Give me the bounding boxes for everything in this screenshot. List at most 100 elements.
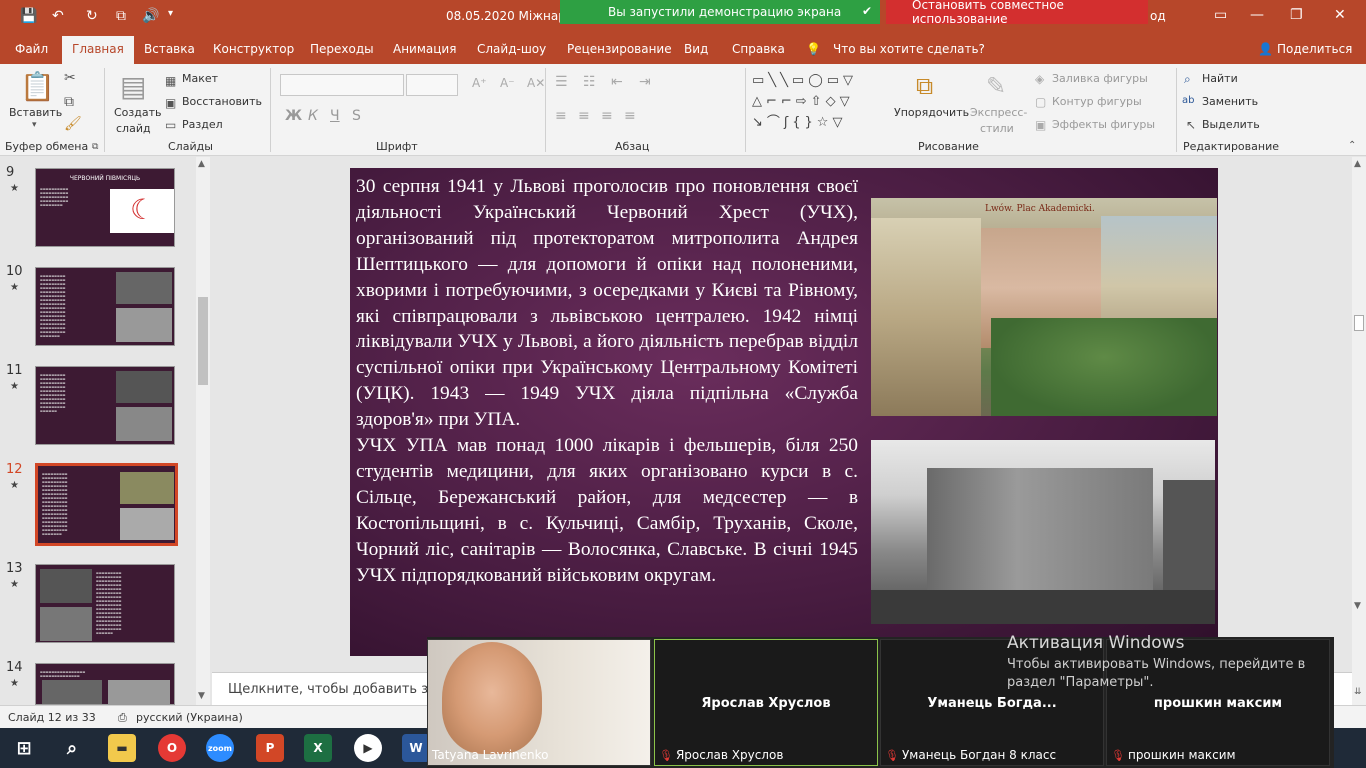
scroll-down-icon[interactable]: ▼ bbox=[198, 691, 205, 701]
slide-thumbnail-9[interactable]: ЧЕРВОНИЙ ПІВМІСЯЦЬ ▬▬▬▬▬▬▬▬▬▬ ▬▬▬▬▬▬▬▬▬▬ ▬… bbox=[35, 168, 175, 247]
numbering-icon[interactable]: ☷ bbox=[583, 74, 596, 90]
tab-review[interactable]: Рецензирование bbox=[567, 42, 672, 56]
scroll-up-icon[interactable]: ▲ bbox=[198, 159, 205, 169]
arrange-icon[interactable]: ⧉ bbox=[916, 72, 933, 100]
customize-icon[interactable]: ▾ bbox=[168, 8, 173, 19]
maximize-icon[interactable]: ❐ bbox=[1290, 7, 1303, 23]
close-icon[interactable]: ✕ bbox=[1334, 7, 1346, 23]
increase-indent-icon[interactable]: ⇥ bbox=[639, 74, 651, 90]
paste-icon[interactable]: 📋 bbox=[20, 70, 55, 103]
audio-icon[interactable]: 🔊 bbox=[142, 8, 159, 24]
tab-home[interactable]: Главная bbox=[62, 36, 134, 64]
shrink-font-icon[interactable]: A⁻ bbox=[500, 76, 515, 90]
new-slide-button[interactable]: Создать bbox=[114, 106, 162, 119]
thumbnails-scrollbar[interactable]: ▲ ▼ bbox=[196, 157, 210, 705]
shapes-gallery[interactable]: ▭╲╲▭◯▭▽ △⌐⌐⇨⇧◇▽ ↘⌒ʃ{}☆▽ bbox=[752, 70, 888, 132]
bullets-icon[interactable]: ☰ bbox=[555, 74, 568, 90]
slide-thumbnail-14[interactable]: ▬▬▬▬▬▬▬▬▬▬▬▬▬▬▬▬ ▬▬▬▬▬▬▬▬▬▬▬▬▬▬ bbox=[35, 663, 175, 705]
participant-tile-2[interactable]: Ярослав Хруслов 🎙 Ярослав Хруслов bbox=[654, 639, 878, 766]
font-size-select[interactable] bbox=[406, 74, 458, 96]
file-explorer-icon[interactable]: ▬ bbox=[108, 734, 136, 762]
bold-button[interactable]: Ж bbox=[285, 108, 302, 124]
participant-tile-1[interactable]: Tatyana Lavrinenko bbox=[427, 639, 651, 766]
section-icon[interactable]: ▭ bbox=[165, 118, 176, 132]
align-right-icon[interactable]: ≡ bbox=[601, 108, 613, 124]
collapse-ribbon-icon[interactable]: ⌃ bbox=[1348, 140, 1356, 151]
reset-icon[interactable]: ▣ bbox=[165, 96, 176, 110]
current-slide[interactable]: 30 серпня 1941 у Львові проголосив про п… bbox=[350, 168, 1218, 656]
save-icon[interactable]: 💾 bbox=[20, 8, 37, 24]
quick-styles-icon[interactable]: ✎ bbox=[986, 72, 1006, 100]
tab-design[interactable]: Конструктор bbox=[213, 42, 294, 56]
spellcheck-icon[interactable]: ⎙ bbox=[118, 711, 127, 725]
slide-thumbnail-11[interactable]: ▬▬▬▬▬▬▬▬▬ ▬▬▬▬▬▬▬▬▬ ▬▬▬▬▬▬▬▬▬ ▬▬▬▬▬▬▬▬▬ ▬▬▬▬… bbox=[35, 366, 175, 445]
redo-icon[interactable]: ↻ bbox=[86, 8, 98, 24]
tab-view[interactable]: Вид bbox=[684, 42, 708, 56]
slide-thumbnail-13[interactable]: ▬▬▬▬▬▬▬▬▬ ▬▬▬▬▬▬▬▬▬ ▬▬▬▬▬▬▬▬▬ ▬▬▬▬▬▬▬▬▬ ▬▬▬▬… bbox=[35, 564, 175, 643]
zoom-app-icon[interactable]: zoom bbox=[206, 734, 234, 762]
shape-outline-icon[interactable]: ▢ bbox=[1035, 95, 1046, 109]
decrease-indent-icon[interactable]: ⇤ bbox=[611, 74, 623, 90]
italic-button[interactable]: К bbox=[308, 108, 318, 124]
quick-styles-button-line2[interactable]: стили bbox=[980, 122, 1014, 135]
select-button[interactable]: Выделить bbox=[1202, 118, 1260, 131]
replace-button[interactable]: Заменить bbox=[1202, 95, 1258, 108]
tab-transitions[interactable]: Переходы bbox=[310, 42, 374, 56]
quick-styles-button[interactable]: Экспресс- bbox=[970, 106, 1027, 119]
grow-font-icon[interactable]: A⁺ bbox=[472, 76, 487, 90]
tab-help[interactable]: Справка bbox=[732, 42, 785, 56]
copy-icon[interactable]: ⧉ bbox=[64, 94, 74, 110]
layout-button[interactable]: Макет bbox=[182, 72, 218, 85]
reset-button[interactable]: Восстановить bbox=[182, 95, 262, 108]
scroll-up-icon[interactable]: ▲ bbox=[1354, 159, 1361, 169]
ribbon-display-icon[interactable]: ▭ bbox=[1214, 7, 1227, 23]
slide-body-text[interactable]: 30 серпня 1941 у Львові проголосив про п… bbox=[356, 174, 858, 589]
powerpoint-icon[interactable]: P bbox=[256, 734, 284, 762]
undo-icon[interactable]: ↶ bbox=[52, 8, 64, 24]
replace-icon[interactable]: ab bbox=[1182, 95, 1194, 106]
present-icon[interactable]: ⧉ bbox=[116, 8, 126, 24]
select-icon[interactable]: ↖ bbox=[1186, 118, 1196, 132]
cut-icon[interactable]: ✂ bbox=[64, 70, 76, 86]
windows-start-icon[interactable]: ⊞ bbox=[10, 734, 38, 762]
opera-icon[interactable]: O bbox=[158, 734, 186, 762]
shape-effects-icon[interactable]: ▣ bbox=[1035, 118, 1046, 132]
word-icon[interactable]: W bbox=[402, 734, 430, 762]
tell-me-search[interactable]: Что вы хотите сделать? bbox=[833, 42, 985, 56]
clipboard-launcher-icon[interactable]: ⧉ bbox=[92, 142, 98, 152]
paste-dropdown-icon[interactable]: ▾ bbox=[32, 120, 37, 130]
justify-icon[interactable]: ≡ bbox=[624, 108, 636, 124]
scroll-thumb[interactable] bbox=[1354, 315, 1364, 331]
scroll-down-icon[interactable]: ▼ bbox=[1354, 601, 1361, 611]
notes-placeholder[interactable]: Щелкните, чтобы добавить за bbox=[228, 682, 436, 697]
strikethrough-button[interactable]: S bbox=[352, 108, 361, 124]
find-button[interactable]: Найти bbox=[1202, 72, 1238, 85]
clear-format-icon[interactable]: A✕ bbox=[527, 76, 545, 90]
shape-fill-icon[interactable]: ◈ bbox=[1035, 72, 1044, 86]
new-slide-button-line2[interactable]: слайд bbox=[116, 122, 151, 135]
editor-scrollbar[interactable]: ▲ ▼ ⇊ bbox=[1352, 157, 1366, 705]
align-left-icon[interactable]: ≡ bbox=[555, 108, 567, 124]
share-button[interactable]: Поделиться bbox=[1277, 42, 1352, 56]
underline-button[interactable]: Ч bbox=[330, 108, 340, 124]
new-slide-icon[interactable]: ▤ bbox=[120, 70, 146, 103]
minimize-icon[interactable]: — bbox=[1250, 7, 1264, 23]
next-slide-icon[interactable]: ⇊ bbox=[1354, 687, 1362, 697]
slide-thumbnail-12[interactable]: ▬▬▬▬▬▬▬▬▬ ▬▬▬▬▬▬▬▬▬ ▬▬▬▬▬▬▬▬▬ ▬▬▬▬▬▬▬▬▬ ▬▬▬▬… bbox=[35, 463, 178, 546]
excel-icon[interactable]: X bbox=[304, 734, 332, 762]
media-player-icon[interactable]: ▶ bbox=[354, 734, 382, 762]
tab-insert[interactable]: Вставка bbox=[144, 42, 195, 56]
shape-outline-button[interactable]: Контур фигуры bbox=[1052, 95, 1142, 108]
tab-file[interactable]: Файл bbox=[15, 42, 48, 56]
language-indicator[interactable]: русский (Украина) bbox=[136, 711, 243, 724]
slide-thumbnail-10[interactable]: ▬▬▬▬▬▬▬▬▬ ▬▬▬▬▬▬▬▬▬ ▬▬▬▬▬▬▬▬▬ ▬▬▬▬▬▬▬▬▬ ▬▬▬▬… bbox=[35, 267, 175, 346]
align-center-icon[interactable]: ≡ bbox=[578, 108, 590, 124]
shape-fill-button[interactable]: Заливка фигуры bbox=[1052, 72, 1148, 85]
stop-share-button[interactable]: Остановить совместное использование bbox=[886, 0, 1148, 26]
layout-icon[interactable]: ▦ bbox=[165, 74, 176, 88]
paste-button[interactable]: Вставить bbox=[9, 106, 62, 119]
tab-animation[interactable]: Анимация bbox=[393, 42, 456, 56]
format-painter-icon[interactable]: 🖌 bbox=[64, 116, 82, 132]
find-icon[interactable]: ⌕ bbox=[1184, 72, 1191, 87]
search-icon[interactable]: ⌕ bbox=[58, 734, 86, 762]
